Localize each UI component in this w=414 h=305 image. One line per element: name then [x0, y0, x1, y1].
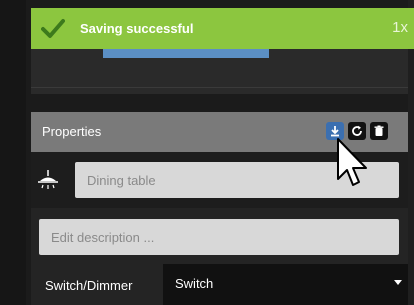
active-indicator: [103, 49, 269, 58]
type-select-value: Switch: [175, 276, 214, 291]
type-label: Switch/Dimmer: [45, 278, 133, 293]
type-select[interactable]: Switch: [163, 264, 408, 305]
download-icon: [331, 126, 339, 137]
refresh-icon: [352, 125, 362, 136]
notification-count[interactable]: 1x: [392, 19, 408, 36]
delete-button[interactable]: [370, 122, 388, 140]
description-input[interactable]: [39, 219, 399, 255]
divider: [31, 87, 408, 88]
notification-message: Saving successful: [80, 21, 194, 36]
toolbar-area: [31, 49, 408, 94]
success-notification: Saving successful 1x: [31, 8, 414, 49]
panel-title: Properties: [42, 124, 102, 139]
trash-icon: [374, 125, 384, 136]
mouse-cursor-icon: [337, 138, 367, 186]
type-row: Switch/Dimmer Switch: [31, 264, 408, 305]
ceiling-lamp-icon: [38, 170, 58, 189]
check-icon: [41, 19, 65, 38]
chevron-down-icon: [394, 280, 402, 285]
left-frame: [0, 0, 26, 305]
